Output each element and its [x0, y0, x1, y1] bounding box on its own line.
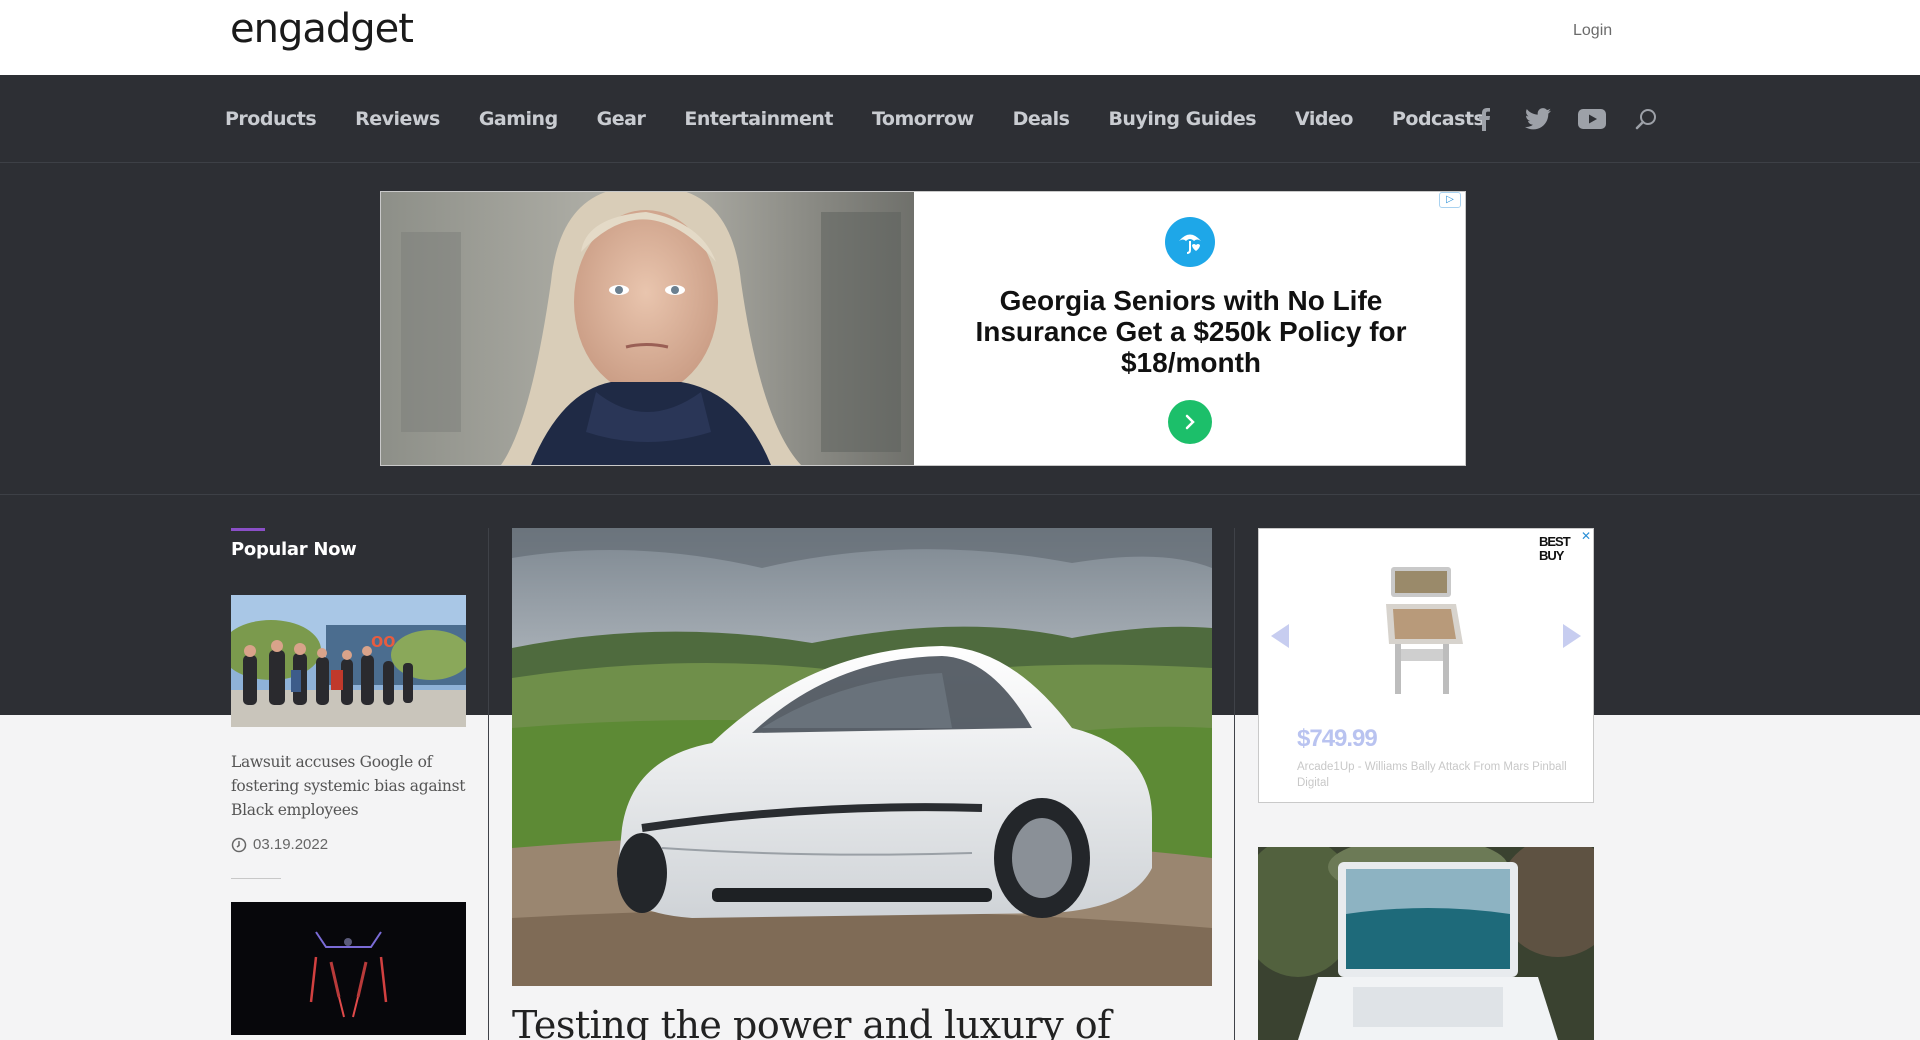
carousel-next-icon[interactable] — [1563, 624, 1581, 648]
product-price: $749.99 — [1297, 725, 1378, 752]
main-story-headline[interactable]: Testing the power and luxury of — [512, 1003, 1212, 1040]
nav-item-buying-guides[interactable]: Buying Guides — [1108, 108, 1256, 130]
ad-close-icon[interactable]: ✕ — [1581, 529, 1591, 543]
umbrella-icon — [1165, 217, 1215, 267]
product-description: Arcade1Up - Williams Bally Attack From M… — [1297, 761, 1567, 789]
main-nav: Products Reviews Gaming Gear Entertainme… — [0, 75, 1920, 163]
nav-item-gaming[interactable]: Gaming — [479, 108, 558, 130]
nav-item-entertainment[interactable]: Entertainment — [684, 108, 833, 130]
section-accent-bar — [231, 528, 265, 531]
ad-cta-arrow-icon[interactable] — [1168, 400, 1212, 444]
nav-item-tomorrow[interactable]: Tomorrow — [872, 108, 974, 130]
nav-item-deals[interactable]: Deals — [1013, 108, 1070, 130]
search-icon[interactable] — [1632, 105, 1660, 133]
facebook-icon[interactable] — [1470, 105, 1498, 133]
story-title-link[interactable]: Lawsuit accuses Google of fostering syst… — [231, 750, 471, 822]
nav-item-reviews[interactable]: Reviews — [355, 108, 440, 130]
best-buy-logo: BEST BUY — [1539, 534, 1571, 563]
column-divider — [1234, 528, 1235, 1040]
story-date-text: 03.19.2022 — [253, 836, 329, 853]
ad-photo-woman — [381, 192, 914, 465]
top-ad-banner[interactable]: ▷ Georgia Seniors with No Life Insurance… — [380, 191, 1466, 466]
svg-text:oo: oo — [371, 630, 395, 652]
login-link[interactable]: Login — [1573, 22, 1612, 40]
column-divider — [488, 528, 489, 1040]
nav-items: Products Reviews Gaming Gear Entertainme… — [225, 75, 1523, 163]
engadget-logo[interactable]: engadget — [230, 6, 414, 52]
story-separator — [231, 878, 281, 879]
popular-now-heading: Popular Now — [231, 539, 357, 560]
social-icons — [1470, 75, 1686, 163]
story-thumbnail[interactable] — [231, 902, 466, 1035]
ad-headline[interactable]: Georgia Seniors with No Life Insurance G… — [941, 285, 1441, 378]
youtube-icon[interactable] — [1578, 105, 1606, 133]
twitter-icon[interactable] — [1524, 105, 1552, 133]
clock-icon — [231, 837, 247, 852]
nav-item-products[interactable]: Products — [225, 108, 317, 130]
story-laptop-image[interactable] — [1258, 847, 1594, 1040]
carousel-prev-icon[interactable] — [1271, 624, 1289, 648]
top-header: engadget Login — [0, 0, 1920, 75]
nav-item-video[interactable]: Video — [1295, 108, 1353, 130]
main-story-image[interactable] — [512, 528, 1212, 986]
story-date: 03.19.2022 — [231, 836, 328, 853]
best-buy-ad[interactable]: BEST BUY ✕ $749.99 Arcade1Up - Williams … — [1258, 528, 1594, 803]
story-thumbnail[interactable]: oo — [231, 595, 466, 727]
nav-item-gear[interactable]: Gear — [597, 108, 646, 130]
pinball-machine-image — [1381, 559, 1471, 699]
adchoices-icon[interactable]: ▷ — [1439, 192, 1461, 208]
